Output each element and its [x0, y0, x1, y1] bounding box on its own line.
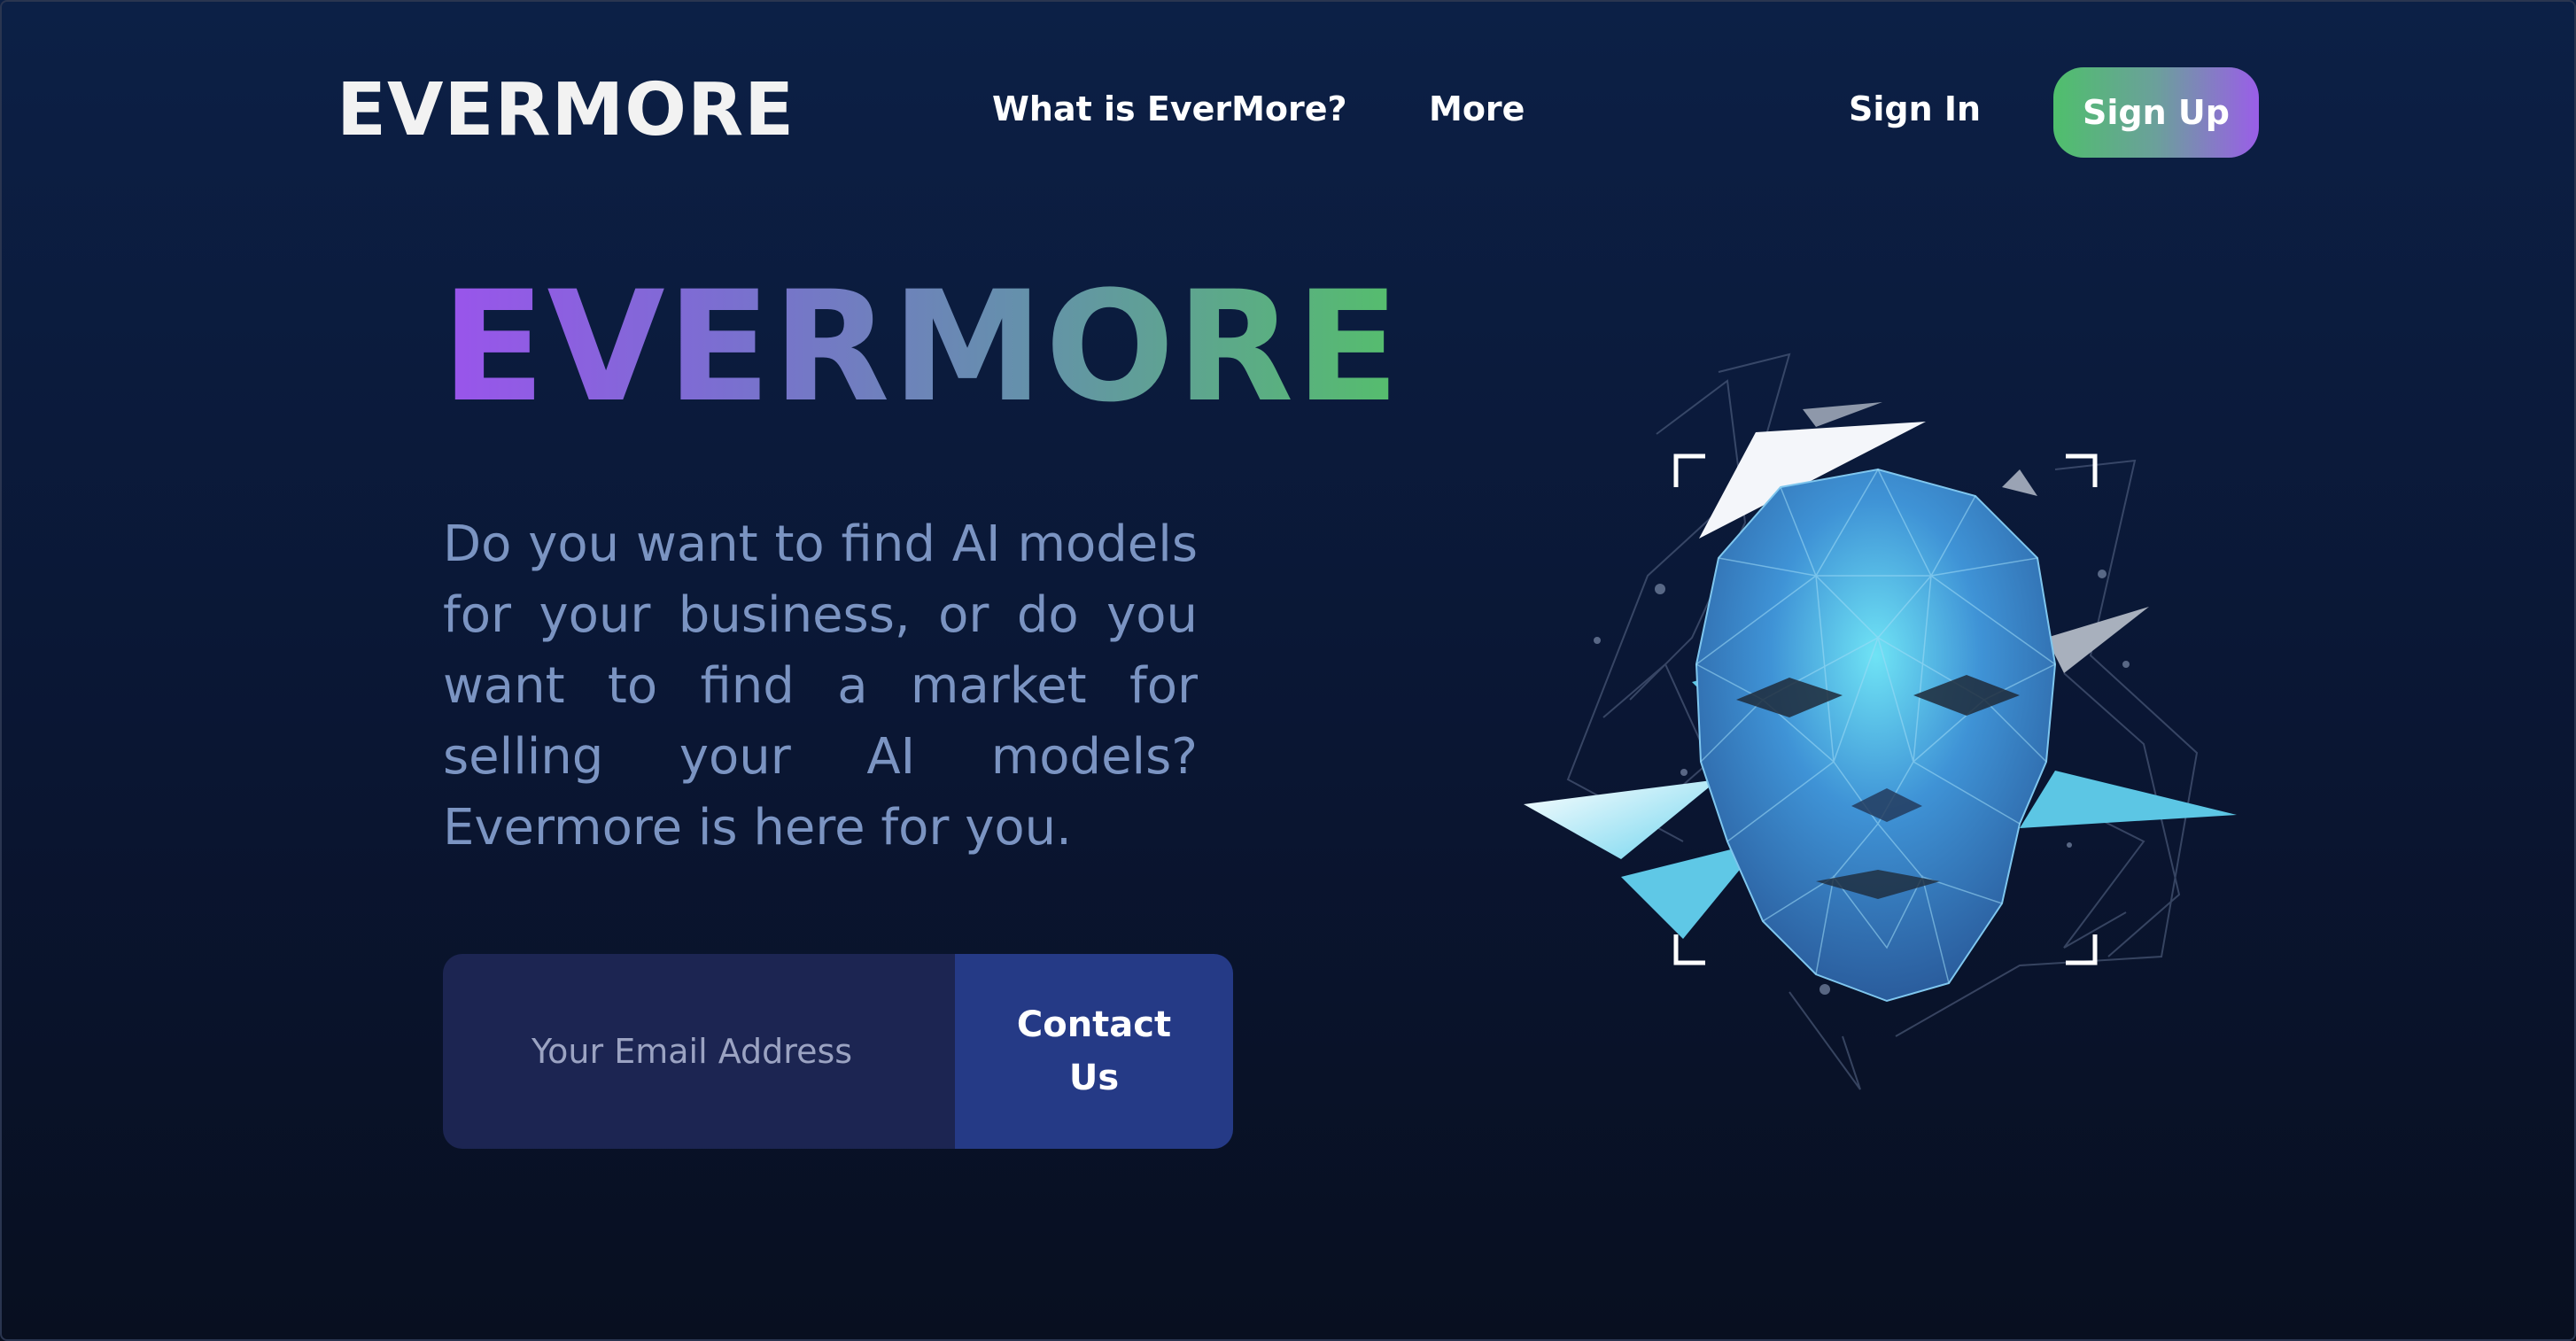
brand-logo[interactable]: EVERMORE [337, 74, 795, 147]
hero-title: EVERMORE [441, 258, 1401, 436]
email-input[interactable] [443, 954, 955, 1149]
sign-in-link[interactable]: Sign In [1849, 92, 1981, 126]
nav-link-more[interactable]: More [1429, 92, 1525, 126]
hero-description: Do you want to find AI models for your b… [443, 515, 1198, 857]
nav-link-what-is-evermore[interactable]: What is EverMore? [992, 92, 1347, 126]
contact-form: Contact Us [443, 954, 1233, 1149]
sign-up-button[interactable]: Sign Up [2053, 67, 2259, 158]
polygonal-ai-face-icon [1524, 353, 2237, 1090]
contact-us-button[interactable]: Contact Us [955, 954, 1233, 1149]
